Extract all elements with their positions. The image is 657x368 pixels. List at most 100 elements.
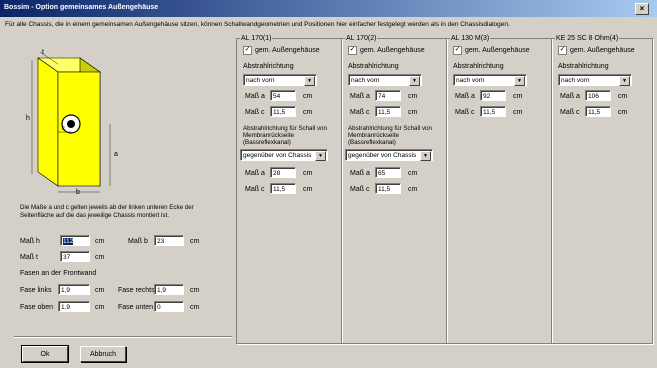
unit-label: cm: [408, 170, 418, 177]
abstrahl-label: Abstrahlrichtung: [453, 63, 504, 70]
mass-a-label: Maß a: [455, 93, 475, 100]
label-c: c: [62, 126, 65, 132]
back-a-label: Maß a: [350, 170, 370, 177]
unit-label: cm: [303, 109, 313, 116]
back-c-input[interactable]: 11,5: [270, 183, 296, 194]
gem-label: gem. Außengehäuse: [465, 47, 530, 54]
window-title: Bossim - Option gemeinsames Außengehäuse: [4, 4, 159, 11]
back-c-label: Maß c: [245, 186, 265, 193]
mass-t-input[interactable]: 37: [60, 251, 90, 262]
fase-rechts-input[interactable]: 1,9: [154, 284, 184, 295]
fase-links-unit: cm: [95, 287, 105, 294]
mass-a-input[interactable]: 92: [480, 90, 506, 101]
fase-oben-label: Fase oben: [20, 304, 54, 311]
unit-label: cm: [618, 109, 628, 116]
fase-oben-input[interactable]: 1,9: [58, 301, 90, 312]
abstrahl-select[interactable]: nach vorn ▼: [453, 74, 527, 86]
mass-c-label: Maß c: [245, 109, 265, 116]
mass-t-label: Maß t: [20, 254, 38, 261]
measure-note: Die Maße a und c gelten jeweils ab der l…: [20, 204, 194, 219]
gem-label: gem. Außengehäuse: [360, 47, 425, 54]
fase-oben-unit: cm: [95, 304, 105, 311]
chevron-down-icon: ▼: [420, 151, 431, 161]
panel-title: AL 170(1): [240, 35, 273, 42]
panel-title: AL 170(2): [345, 35, 378, 42]
mass-a-input[interactable]: 54: [270, 90, 296, 101]
chevron-down-icon: ▼: [514, 76, 525, 86]
mass-a-label: Maß a: [350, 93, 370, 100]
back-a-input[interactable]: 28: [270, 167, 296, 178]
close-icon[interactable]: ×: [635, 3, 649, 15]
mass-h-input[interactable]: 112: [60, 235, 90, 246]
label-b: b: [76, 189, 80, 196]
ok-button[interactable]: Ok: [21, 345, 69, 363]
unit-label: cm: [303, 170, 313, 177]
abstrahl-label: Abstrahlrichtung: [348, 63, 399, 70]
box-front-face: [37, 57, 59, 187]
mass-a-label: Maß a: [560, 93, 580, 100]
cancel-button[interactable]: Abbruch: [80, 346, 126, 362]
label-t: t: [42, 49, 44, 56]
mass-c-input[interactable]: 11,5: [375, 106, 401, 117]
chassis-panel-1: AL 170(1) ✓ gem. Außengehäuse Abstrahlri…: [236, 35, 342, 344]
gem-label: gem. Außengehäuse: [570, 47, 635, 54]
title-bar[interactable]: Bossim - Option gemeinsames Außengehäuse…: [0, 0, 657, 17]
abstrahl-select[interactable]: nach vorn ▼: [558, 74, 632, 86]
mass-a-input[interactable]: 106: [585, 90, 611, 101]
unit-label: cm: [408, 93, 418, 100]
back-label: Abstrahlrichtung für Schall von Membranr…: [243, 125, 327, 146]
fasen-title: Fasen an der Frontwand: [20, 270, 97, 277]
back-a-label: Maß a: [245, 170, 265, 177]
mass-b-label: Maß b: [128, 238, 148, 245]
back-label: Abstrahlrichtung für Schall von Membranr…: [348, 125, 432, 146]
fase-unten-label: Fase unten: [118, 304, 154, 311]
mass-c-input[interactable]: 11,5: [480, 106, 506, 117]
fase-links-input[interactable]: 1,9: [58, 284, 90, 295]
mass-c-input[interactable]: 11,5: [585, 106, 611, 117]
mass-b-input[interactable]: 23: [154, 235, 184, 246]
mass-t-unit: cm: [95, 254, 105, 261]
back-c-input[interactable]: 11,5: [375, 183, 401, 194]
info-text: Für alle Chassis, die in einem gemeinsam…: [5, 21, 510, 28]
gem-checkbox[interactable]: ✓: [243, 46, 252, 55]
chassis-panel-4: KE 25 SC 8 Ohm(4) ✓ gem. Außengehäuse Ab…: [551, 35, 653, 344]
chassis-panel-3: AL 130 M(3) ✓ gem. Außengehäuse Abstrahl…: [446, 35, 552, 344]
label-a: a: [114, 151, 118, 158]
back-select[interactable]: gegenüber von Chassis ▼: [240, 149, 328, 161]
abstrahl-select[interactable]: nach vorn ▼: [243, 74, 317, 86]
chevron-down-icon: ▼: [619, 76, 630, 86]
dialog-window: Bossim - Option gemeinsames Außengehäuse…: [0, 0, 657, 368]
abstrahl-label: Abstrahlrichtung: [558, 63, 609, 70]
unit-label: cm: [408, 186, 418, 193]
mass-h-label: Maß h: [20, 238, 40, 245]
unit-label: cm: [408, 109, 418, 116]
chassis-inner-icon: [67, 120, 75, 128]
mass-a-label: Maß a: [245, 93, 265, 100]
gem-checkbox[interactable]: ✓: [453, 46, 462, 55]
fase-rechts-unit: cm: [190, 287, 200, 294]
gem-label: gem. Außengehäuse: [255, 47, 320, 54]
back-c-label: Maß c: [350, 186, 370, 193]
enclosure-diagram: h a b c t: [26, 49, 118, 196]
mass-b-unit: cm: [190, 238, 200, 245]
mass-c-label: Maß c: [350, 109, 370, 116]
mass-a-input[interactable]: 74: [375, 90, 401, 101]
chevron-down-icon: ▼: [409, 76, 420, 86]
fase-unten-input[interactable]: 0: [154, 301, 184, 312]
back-a-input[interactable]: 65: [375, 167, 401, 178]
mass-c-input[interactable]: 11,5: [270, 106, 296, 117]
unit-label: cm: [303, 186, 313, 193]
unit-label: cm: [618, 93, 628, 100]
panel-title: KE 25 SC 8 Ohm(4): [555, 35, 620, 42]
back-select[interactable]: gegenüber von Chassis ▼: [345, 149, 433, 161]
mass-c-label: Maß c: [455, 109, 475, 116]
fase-unten-unit: cm: [190, 304, 200, 311]
unit-label: cm: [513, 93, 523, 100]
separator: [14, 336, 232, 338]
panel-title: AL 130 M(3): [450, 35, 491, 42]
gem-checkbox[interactable]: ✓: [558, 46, 567, 55]
unit-label: cm: [303, 93, 313, 100]
abstrahl-select[interactable]: nach vorn ▼: [348, 74, 422, 86]
chevron-down-icon: ▼: [304, 76, 315, 86]
gem-checkbox[interactable]: ✓: [348, 46, 357, 55]
